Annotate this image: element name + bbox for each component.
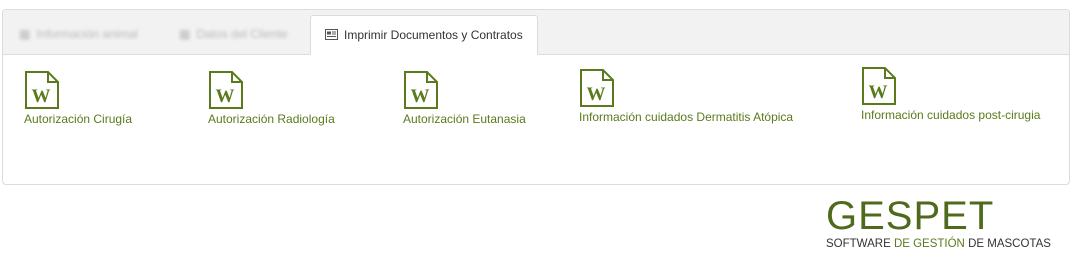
tab-label: Imprimir Documentos y Contratos bbox=[344, 28, 523, 42]
word-document-icon: W bbox=[403, 71, 439, 109]
document-label: Autorización Eutanasia bbox=[403, 112, 526, 126]
tagline-part: DE MASCOTAS bbox=[964, 238, 1051, 250]
tab-animal-info[interactable]: ▦ Información animal bbox=[19, 15, 138, 54]
logo-tagline: SOFTWARE DE GESTIÓN DE MASCOTAS bbox=[826, 238, 1086, 250]
tab-label: Información animal bbox=[36, 27, 138, 41]
word-document-icon: W bbox=[579, 69, 615, 107]
svg-text:W: W bbox=[587, 84, 606, 105]
document-link[interactable]: W Autorización Eutanasia bbox=[403, 71, 526, 126]
info-icon: ▦ bbox=[19, 27, 31, 41]
document-label: Autorización Cirugía bbox=[24, 112, 133, 126]
document-label: Autorización Radiología bbox=[208, 112, 335, 126]
document-link[interactable]: W Información cuidados Dermatitis Atópica bbox=[579, 69, 793, 124]
tab-print-documents[interactable]: Imprimir Documentos y Contratos bbox=[310, 15, 538, 55]
document-label: Información cuidados post-cirugia bbox=[861, 108, 1041, 122]
tab-client-data[interactable]: ▦ Datos del Cliente bbox=[179, 15, 288, 54]
gespet-logo: GESPET SOFTWARE DE GESTIÓN DE MASCOTAS bbox=[826, 196, 1086, 268]
client-icon: ▦ bbox=[179, 27, 191, 41]
tab-label: Datos del Cliente bbox=[196, 27, 288, 41]
svg-text:W: W bbox=[32, 86, 51, 107]
word-document-icon: W bbox=[861, 67, 897, 105]
document-label: Información cuidados Dermatitis Atópica bbox=[579, 110, 794, 124]
word-document-icon: W bbox=[208, 71, 244, 109]
document-link[interactable]: W Información cuidados post-cirugia bbox=[861, 67, 1040, 122]
tagline-part: SOFTWARE bbox=[826, 238, 894, 250]
tab-bar: ▦ Información animal ▦ Datos del Cliente I… bbox=[3, 10, 1069, 55]
document-link[interactable]: W Autorización Radiología bbox=[208, 71, 335, 126]
newspaper-icon bbox=[325, 16, 338, 55]
word-document-icon: W bbox=[24, 71, 60, 109]
svg-text:W: W bbox=[869, 82, 888, 103]
svg-text:W: W bbox=[411, 86, 430, 107]
tagline-part: DE GESTIÓN bbox=[893, 238, 965, 250]
document-link[interactable]: W Autorización Cirugía bbox=[24, 71, 132, 126]
logo-brand: GESPET bbox=[826, 194, 995, 238]
svg-text:W: W bbox=[216, 86, 235, 107]
